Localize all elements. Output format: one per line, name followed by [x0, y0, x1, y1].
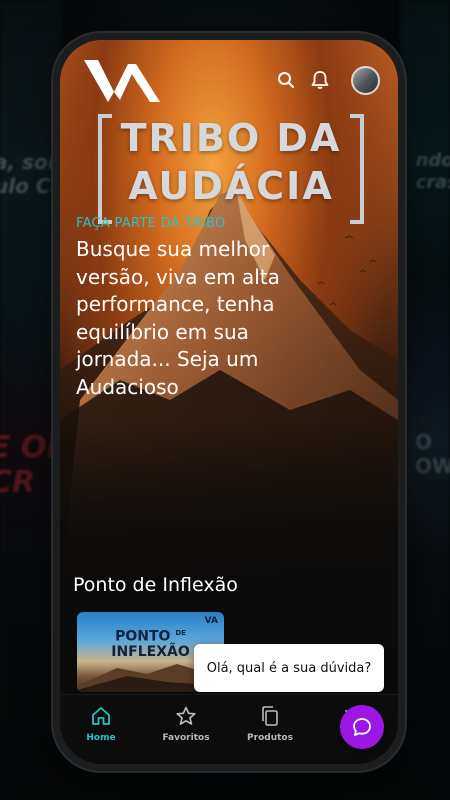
- phone-frame: TRIBO DA AUDÁCIA FAÇA PARTE DA TRIBO Bus…: [53, 33, 405, 771]
- home-icon: [92, 707, 110, 725]
- chat-button[interactable]: [340, 705, 384, 749]
- nav-item-produtos[interactable]: Produtos: [235, 705, 305, 743]
- chat-tooltip[interactable]: Olá, qual é a sua dúvida?: [194, 644, 384, 692]
- section-title: Ponto de Inflexão: [73, 574, 238, 596]
- chat-bubble-icon: [353, 718, 371, 736]
- nav-label-produtos: Produtos: [247, 733, 293, 743]
- nav-item-favoritos[interactable]: Favoritos: [151, 705, 221, 743]
- star-icon: [176, 706, 196, 725]
- stage: a, sou ulo Co E OF CR ndo cras O OW: [0, 0, 450, 800]
- background-right: [400, 0, 450, 800]
- app-screen: TRIBO DA AUDÁCIA FAÇA PARTE DA TRIBO Bus…: [60, 40, 398, 764]
- hero-tagline: Busque sua melhor versão, viva em alta p…: [76, 237, 280, 399]
- va-logo[interactable]: [84, 54, 160, 104]
- copy-icon: [262, 706, 278, 726]
- nav-label-favoritos: Favoritos: [162, 733, 210, 743]
- background-text-right-2: O OW: [414, 430, 450, 478]
- card-title-line-1: PONTO: [115, 628, 171, 645]
- card-logo: VA: [204, 616, 218, 626]
- hero-fade: [60, 420, 398, 600]
- nav-label-home: Home: [86, 733, 116, 743]
- bell-icon: [311, 71, 329, 89]
- nav-item-home[interactable]: Home: [66, 705, 136, 743]
- hero-title: TRIBO DA AUDÁCIA: [98, 110, 364, 230]
- search-icon: [278, 72, 294, 88]
- hero-eyebrow: FAÇA PARTE DA TRIBO: [76, 216, 226, 231]
- title-line-2: AUDÁCIA: [128, 164, 334, 208]
- card-title-small: DE: [175, 629, 186, 637]
- notifications-button[interactable]: [308, 68, 332, 92]
- background-text-right: ndo cras: [415, 150, 450, 193]
- search-button[interactable]: [274, 68, 298, 92]
- avatar[interactable]: [351, 66, 380, 95]
- title-line-1: TRIBO DA: [120, 116, 342, 160]
